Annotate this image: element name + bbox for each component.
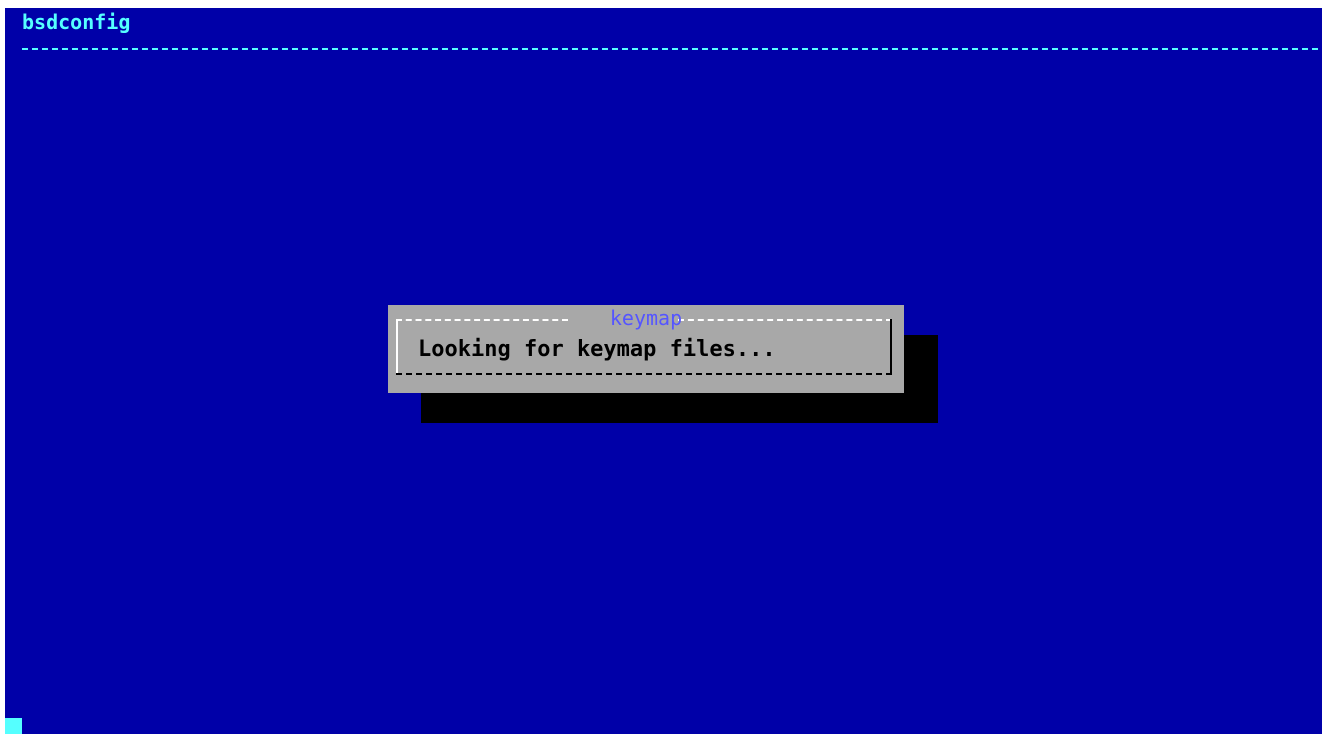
frame-bottom-edge: [396, 373, 892, 375]
backtitle: bsdconfig: [22, 10, 131, 34]
text-cursor: [5, 718, 22, 734]
backtitle-divider: [22, 48, 1318, 50]
info-dialog: keymap Looking for keymap files...: [388, 305, 904, 393]
dialog-title: keymap: [609, 306, 683, 330]
console-screen: bsdconfig keymap Looking for keymap file…: [5, 8, 1322, 734]
dialog-message: Looking for keymap files...: [418, 337, 776, 362]
